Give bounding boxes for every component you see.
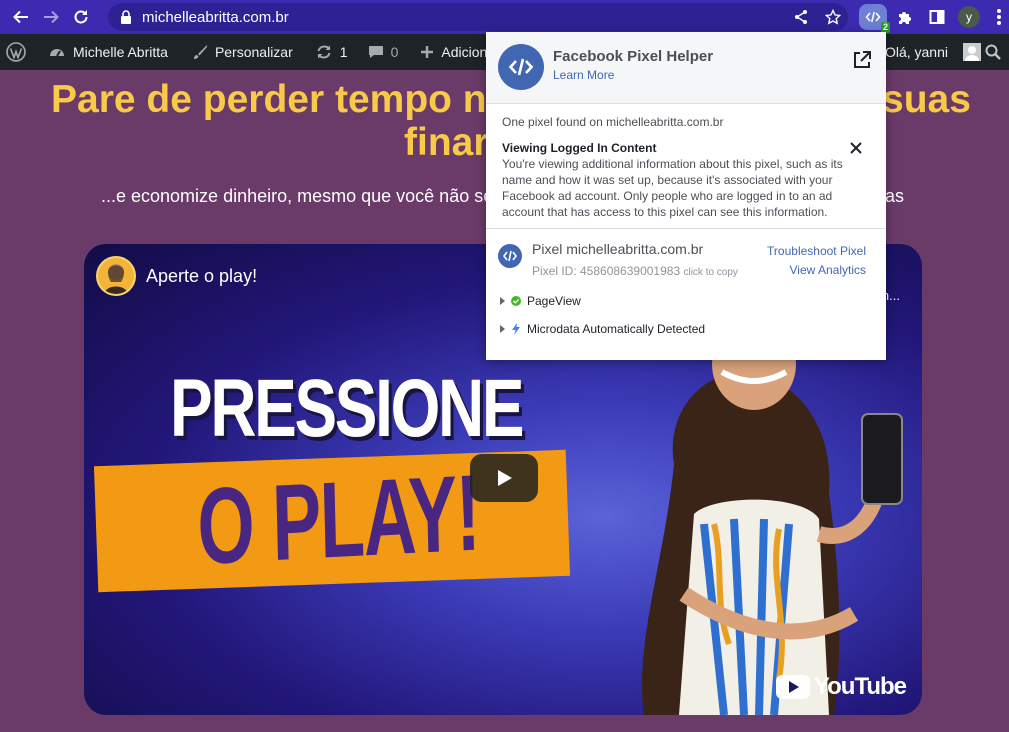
wordpress-logo-icon [6, 42, 26, 62]
external-link-icon [854, 51, 871, 68]
thumbnail-text-line1: PRESSIONE [170, 363, 524, 454]
close-icon [850, 142, 862, 154]
wp-site-name[interactable]: Michelle Abritta [40, 34, 176, 70]
sidebar-icon [929, 10, 945, 24]
pixel-id[interactable]: Pixel ID: 458608639001983 click to copy [532, 264, 738, 278]
play-icon [498, 470, 512, 486]
updates-icon [317, 45, 331, 59]
pixel-helper-extension-button[interactable]: 2 [857, 0, 890, 34]
troubleshoot-pixel-link[interactable]: Troubleshoot Pixel [767, 244, 866, 258]
thumbnail-presenter-image [641, 344, 903, 715]
side-panel-button[interactable] [921, 0, 953, 34]
site-name-label: Michelle Abritta [73, 44, 168, 60]
browser-menu-button[interactable] [983, 0, 1009, 34]
pixel-helper-popup: Facebook Pixel Helper Learn More One pix… [486, 32, 886, 360]
forward-arrow-icon [44, 10, 59, 24]
subline-right: as [885, 186, 905, 206]
puzzle-icon [899, 12, 911, 24]
greeting-label: Olá, yanni [884, 44, 948, 60]
updates-count: 1 [339, 44, 348, 60]
wp-updates[interactable]: 1 [307, 34, 356, 70]
expand-caret-icon [500, 325, 505, 333]
comments-count: 0 [390, 44, 399, 60]
thumbnail-text-line2: O PLAY! [196, 451, 481, 587]
subline-left: ...e economize dinheiro, mesmo que você … [101, 186, 494, 206]
event-label: Microdata Automatically Detected [527, 322, 706, 336]
browser-toolbar: michelleabritta.com.br 2 y [0, 0, 1009, 34]
url-text: michelleabritta.com.br [142, 8, 289, 26]
brush-icon [193, 45, 207, 59]
event-row-pageview[interactable]: PageView [500, 294, 581, 308]
reload-button[interactable] [66, 2, 96, 32]
pixels-found-text: One pixel found on michelleabritta.com.b… [502, 115, 724, 129]
plus-icon [421, 46, 434, 58]
back-button[interactable] [6, 2, 36, 32]
lightning-icon [512, 323, 520, 335]
youtube-wordmark: YouTube [813, 673, 907, 700]
address-bar[interactable]: michelleabritta.com.br [108, 3, 848, 31]
learn-more-link[interactable]: Learn More [553, 68, 614, 82]
comment-bubble-icon [368, 46, 383, 58]
share-button[interactable] [785, 0, 817, 34]
forward-button[interactable] [36, 2, 66, 32]
dashboard-gauge-icon [50, 49, 64, 57]
dismiss-notice-button[interactable] [848, 140, 864, 156]
pixel-helper-extension-icon [865, 11, 881, 23]
pixel-code-icon [498, 244, 522, 268]
bookmark-button[interactable] [817, 0, 849, 34]
video-header: Aperte o play! [96, 256, 257, 296]
wp-comments[interactable]: 0 [360, 34, 407, 70]
popup-header: Facebook Pixel Helper Learn More [486, 32, 886, 104]
popup-divider [486, 228, 886, 229]
reload-icon [74, 10, 88, 24]
extensions-button[interactable] [889, 0, 921, 34]
youtube-play-logo-icon [775, 675, 810, 699]
kebab-menu-icon [997, 9, 1001, 25]
headline-line2: finar [404, 121, 489, 164]
wp-customize[interactable]: Personalizar [184, 34, 301, 70]
open-external-button[interactable] [852, 50, 872, 75]
pixel-helper-logo-icon [498, 44, 544, 90]
event-label: PageView [527, 294, 581, 308]
share-icon [795, 10, 807, 24]
expand-caret-icon [500, 297, 505, 305]
play-button[interactable] [470, 454, 538, 502]
channel-avatar[interactable] [96, 256, 136, 296]
lock-icon[interactable] [120, 10, 132, 24]
search-icon [985, 44, 1001, 60]
video-title[interactable]: Aperte o play! [146, 266, 257, 287]
customize-label: Personalizar [214, 44, 293, 60]
wp-account-menu[interactable]: Olá, yanni [877, 34, 985, 70]
event-row-microdata[interactable]: Microdata Automatically Detected [500, 322, 705, 336]
youtube-logo[interactable]: YouTube [775, 673, 907, 701]
back-arrow-icon [13, 10, 28, 24]
profile-button[interactable]: y [953, 0, 985, 34]
headline-right: suas [882, 78, 971, 121]
headline-left: Pare de perder tempo n [51, 78, 487, 121]
view-analytics-link[interactable]: View Analytics [790, 263, 866, 277]
check-circle-icon [511, 296, 521, 306]
pixel-name: Pixel michelleabritta.com.br [532, 241, 704, 257]
pixel-id-value: Pixel ID: 458608639001983 [532, 264, 681, 278]
star-icon [825, 9, 841, 25]
click-to-copy-hint: click to copy [683, 267, 738, 278]
popup-title: Facebook Pixel Helper [553, 48, 714, 65]
wp-logo-menu[interactable] [0, 34, 34, 70]
avatar: y [958, 6, 980, 28]
notice-body: You're viewing additional information ab… [502, 157, 843, 219]
notice-title: Viewing Logged In Content [502, 141, 657, 155]
wp-search-button[interactable] [977, 34, 1009, 70]
